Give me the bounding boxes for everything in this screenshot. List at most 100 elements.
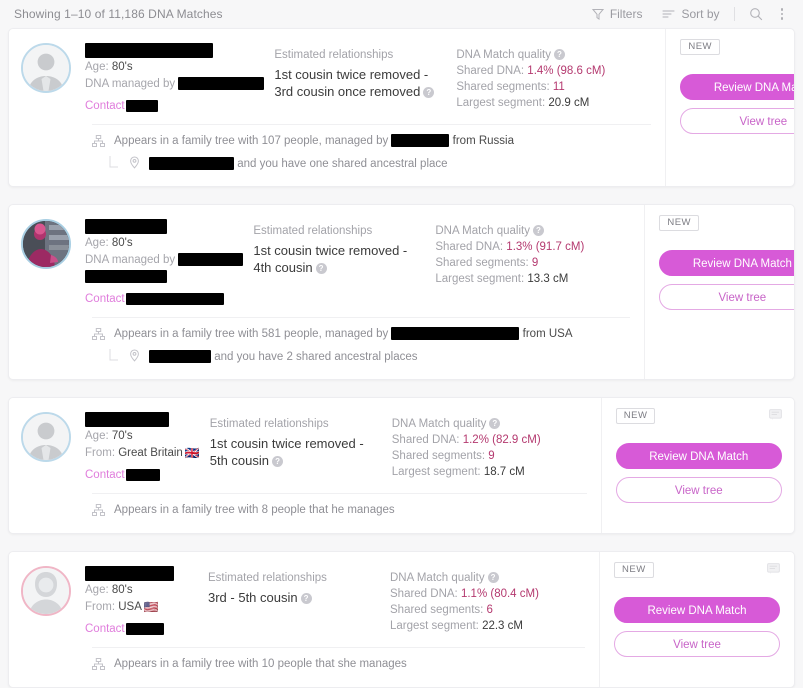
from-value: Great Britain: [118, 447, 183, 459]
redacted-text: [125, 622, 164, 635]
shared-segments-row: Shared segments: 9: [391, 450, 495, 462]
quality-help-icon[interactable]: ?: [532, 225, 544, 236]
redacted-text: [85, 566, 174, 582]
redacted-text: [178, 77, 265, 91]
largest-segment-value: 22.3 cM: [482, 620, 523, 632]
view-tree-button[interactable]: View tree: [680, 108, 794, 134]
largest-segment-row: Largest segment: 22.3 cM: [390, 620, 523, 632]
review-dna-match-button[interactable]: Review DNA Match: [680, 74, 794, 100]
funnel-icon: [591, 8, 604, 20]
elbow-connector-icon: [109, 349, 120, 368]
tree-row-primary: Appears in a family tree with 8 people t…: [92, 502, 587, 522]
relationship-value: 1st cousin twice removed - 5th cousin?: [209, 436, 364, 468]
match-age: Age: 80's: [85, 236, 243, 251]
status-badge[interactable]: NEW: [615, 408, 656, 424]
family-tree-info: Appears in a family tree with 8 people t…: [9, 494, 601, 533]
tree-origin: from Russia: [452, 135, 515, 147]
relationship-value: 3rd - 5th cousin?: [208, 589, 373, 606]
estimated-relationships-label: Estimated relationships: [253, 225, 373, 237]
avatar[interactable]: [21, 412, 71, 462]
redacted-text: [178, 253, 244, 267]
sort-by-button[interactable]: Sort by: [652, 1, 729, 27]
family-tree-icon: [92, 326, 105, 346]
family-tree-icon: [92, 656, 105, 676]
shared-segments-row: Shared segments: 9: [435, 257, 539, 269]
tree-row-primary: Appears in a family tree with 581 people…: [92, 326, 630, 346]
match-actions: NEW Review DNA Match View tree: [644, 205, 794, 379]
shared-segments-row: Shared segments: 11: [456, 81, 565, 93]
estimated-relationships-label: Estimated relationships: [208, 572, 327, 584]
avatar[interactable]: [21, 43, 71, 93]
shared-dna-row: Shared DNA: 1.1% (80.4 cM): [390, 588, 539, 600]
estimated-relationships-label: Estimated relationships: [274, 49, 394, 61]
dna-match-card[interactable]: Age: 70's From: Great Britain 🇬🇧 Contact Est…: [8, 397, 795, 534]
match-age: Age: 70's: [85, 429, 200, 444]
quality-help-icon[interactable]: ?: [553, 49, 565, 60]
redacted-text: [85, 219, 167, 235]
match-top-row: Age: 80's DNA managed by Contact Estimated…: [9, 217, 644, 307]
message-icon[interactable]: [767, 562, 780, 578]
contact-link[interactable]: Contact: [85, 99, 264, 114]
status-badge[interactable]: NEW: [659, 215, 700, 231]
dna-match-quality-column: DNA Match quality? Shared DNA: 1.2% (82.9…: [392, 410, 587, 483]
match-managed-by: DNA managed by: [85, 77, 265, 92]
review-dna-match-button[interactable]: Review DNA Match: [614, 597, 780, 623]
shared-dna-value: 1.3% (91.7 cM): [506, 241, 585, 253]
managed-by-label: DNA managed by: [85, 78, 176, 90]
contact-label: Contact: [85, 623, 125, 635]
location-pin-icon: [129, 349, 140, 367]
quality-help-icon[interactable]: ?: [487, 572, 499, 583]
relationship-help-icon[interactable]: ?: [300, 593, 312, 604]
message-icon[interactable]: [768, 408, 782, 424]
tree-row-place: and you have 2 shared ancestral places: [92, 349, 630, 368]
contact-link[interactable]: Contact: [85, 622, 198, 637]
match-from: From: Great Britain 🇬🇧: [85, 446, 200, 461]
family-tree-icon: [92, 133, 105, 153]
match-actions: NEW Review DNA Match View tree: [600, 398, 794, 533]
dna-match-card[interactable]: Age: 80's From: USA 🇺🇸 Contact Estimated rel…: [8, 551, 795, 688]
estimated-relationships-label: Estimated relationships: [209, 418, 329, 430]
quality-help-icon[interactable]: ?: [489, 418, 501, 429]
tree-origin: from USA: [522, 328, 573, 340]
contact-link[interactable]: Contact: [85, 292, 243, 307]
view-tree-button[interactable]: View tree: [659, 284, 794, 310]
estimated-relationships-column: Estimated relationships 1st cousin twice …: [264, 41, 456, 114]
contact-link[interactable]: Contact: [85, 468, 200, 483]
match-summary: Age: 80's From: USA 🇺🇸 Contact Estimated rel…: [9, 552, 599, 687]
search-button[interactable]: [739, 1, 773, 27]
estimated-relationships-column: Estimated relationships 1st cousin twice …: [243, 217, 435, 307]
relationship-help-icon[interactable]: ?: [315, 263, 327, 274]
age-value: 80's: [111, 61, 133, 73]
relationship-help-icon[interactable]: ?: [272, 456, 284, 467]
review-dna-match-button[interactable]: Review DNA Match: [659, 250, 794, 276]
largest-segment-value: 20.9 cM: [548, 97, 590, 109]
sort-lines-icon: [662, 8, 676, 20]
avatar[interactable]: [21, 219, 71, 269]
redacted-text: [85, 270, 167, 284]
filters-button[interactable]: Filters: [582, 1, 653, 27]
redacted-text: [391, 327, 520, 341]
status-badge[interactable]: NEW: [614, 562, 654, 578]
dna-match-quality-column: DNA Match quality? Shared DNA: 1.4% (98.6…: [456, 41, 651, 114]
redacted-text: [125, 292, 224, 305]
shared-dna-value: 1.2% (82.9 cM): [462, 434, 541, 446]
dna-match-quality-column: DNA Match quality? Shared DNA: 1.3% (91.7…: [435, 217, 630, 307]
shared-segments-value: 6: [486, 604, 493, 616]
toolbar-divider: [733, 7, 735, 21]
dna-match-card[interactable]: Age: 80's DNA managed by Contact Estimated…: [8, 28, 795, 187]
match-identity: Age: 70's From: Great Britain 🇬🇧 Contact: [71, 410, 200, 483]
relationship-help-icon[interactable]: ?: [423, 87, 435, 98]
status-badge[interactable]: NEW: [680, 39, 721, 55]
badge-row: NEW: [680, 39, 794, 55]
match-identity: Age: 80's DNA managed by Contact: [71, 217, 244, 307]
redacted-text: [149, 350, 211, 364]
view-tree-button[interactable]: View tree: [614, 631, 780, 657]
shared-segments-row: Shared segments: 6: [390, 604, 493, 616]
shared-segments-value: 9: [488, 450, 495, 462]
review-dna-match-button[interactable]: Review DNA Match: [615, 443, 782, 469]
dna-match-card[interactable]: Age: 80's DNA managed by Contact Estimated…: [8, 204, 795, 380]
view-tree-button[interactable]: View tree: [615, 477, 782, 503]
match-identity: Age: 80's DNA managed by Contact: [71, 41, 265, 114]
avatar[interactable]: [21, 566, 71, 616]
more-vertical-icon[interactable]: [773, 8, 792, 20]
